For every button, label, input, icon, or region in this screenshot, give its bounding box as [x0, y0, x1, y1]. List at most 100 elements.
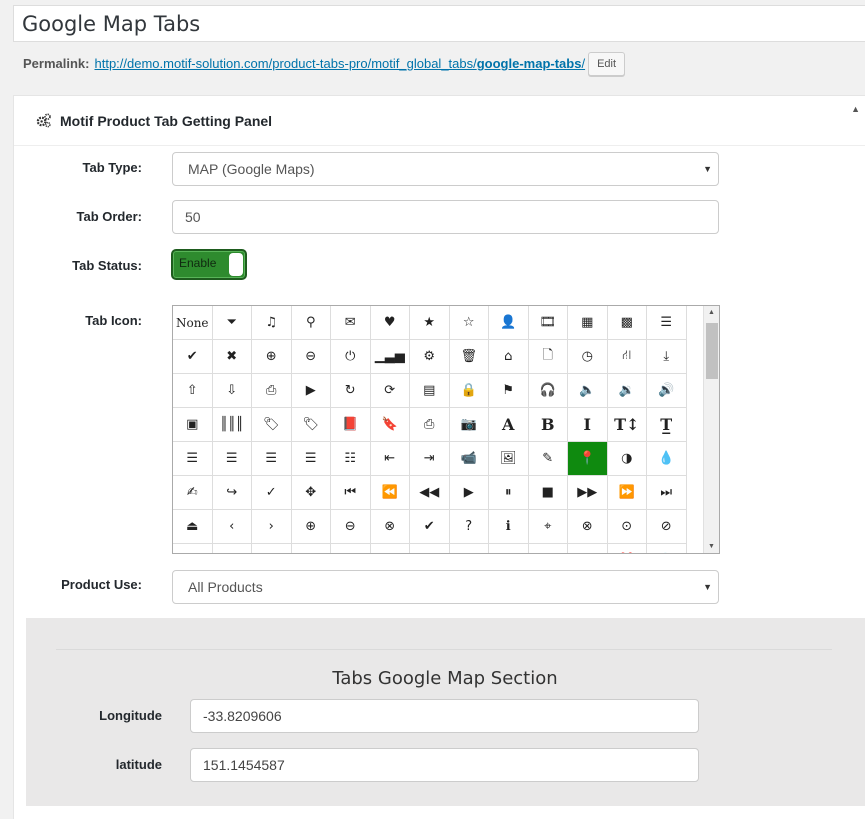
- play-circle-icon[interactable]: ▶: [291, 374, 331, 408]
- check-icon[interactable]: ✓: [252, 476, 292, 510]
- permalink-link[interactable]: http://demo.motif-solution.com/product-t…: [94, 54, 585, 74]
- move-icon[interactable]: ✥: [291, 476, 331, 510]
- picture-icon[interactable]: 🖼: [489, 442, 529, 476]
- volume-down-icon[interactable]: 🔉: [607, 374, 647, 408]
- align-left-icon[interactable]: ☰: [173, 442, 213, 476]
- trash-icon[interactable]: 🗑: [449, 340, 489, 374]
- icon-option-none[interactable]: None: [173, 306, 213, 340]
- permalink-edit-button[interactable]: Edit: [588, 52, 626, 76]
- latitude-input[interactable]: 151.1454587: [190, 748, 699, 782]
- ok-circle-icon[interactable]: ⊙: [607, 510, 647, 544]
- panel-collapse-icon[interactable]: ▲: [851, 104, 860, 114]
- headphones-icon[interactable]: 🎧: [528, 374, 568, 408]
- asterisk-icon[interactable]: *: [529, 544, 568, 553]
- refresh-icon[interactable]: ⟳: [370, 374, 410, 408]
- leaf-icon[interactable]: 🍃: [647, 544, 687, 553]
- screenshot-icon[interactable]: ⌖: [528, 510, 568, 544]
- flag-icon[interactable]: ⚑: [489, 374, 529, 408]
- info-sign-icon[interactable]: ℹ: [489, 510, 529, 544]
- qrcode-icon[interactable]: ▣: [173, 408, 213, 442]
- product-use-select[interactable]: All Products ▼: [172, 570, 719, 604]
- tags-icon[interactable]: 🏷: [291, 408, 331, 442]
- font-icon[interactable]: A: [489, 408, 529, 442]
- tag-icon[interactable]: 🏷: [252, 408, 292, 442]
- pencil-icon[interactable]: ✎: [528, 442, 568, 476]
- text-height-icon[interactable]: T↕: [607, 408, 647, 442]
- arrow-left-icon[interactable]: ←: [173, 544, 213, 553]
- scroll-up-icon[interactable]: ▲: [708, 309, 715, 316]
- chevron-left-icon[interactable]: ‹: [212, 510, 252, 544]
- align-center-icon[interactable]: ☰: [212, 442, 252, 476]
- longitude-input[interactable]: -33.8209606: [190, 699, 699, 733]
- camera-icon[interactable]: 📷: [449, 408, 489, 442]
- arrow-down-icon[interactable]: ↓: [292, 544, 331, 553]
- eject-icon[interactable]: ⏏: [173, 510, 213, 544]
- tab-icon-picker[interactable]: None ⏷ ♫ ⚲ ✉ ♥ ★ ☆ 👤 🎞 ▦ ▩ ☰ ✔ ✖ ⊕ ⊖ ⏻ ▁▃▅ ⚙ 🗑 ⌂ 🗋 ◷ ⛙ ⤓ ⇧ ⇩ ⎙ ▶ ↻ ⟳ ▤ 🔒 ⚑…: [172, 305, 720, 554]
- bookmark-icon[interactable]: 🔖: [370, 408, 410, 442]
- minus-icon[interactable]: −: [489, 544, 529, 553]
- step-forward-icon[interactable]: ⏭: [647, 476, 687, 510]
- upload-icon[interactable]: ⇧: [173, 374, 213, 408]
- download-alt-icon[interactable]: ⤓: [647, 340, 687, 374]
- envelope-icon[interactable]: ✉: [331, 306, 371, 340]
- zoom-in-icon[interactable]: ⊕: [252, 340, 292, 374]
- question-sign-icon[interactable]: ?: [449, 510, 489, 544]
- plus-icon[interactable]: +: [450, 544, 489, 553]
- star-empty-icon[interactable]: ☆: [449, 306, 489, 340]
- print-icon[interactable]: ⎙: [410, 408, 450, 442]
- remove-sign-icon[interactable]: ⊗: [370, 510, 410, 544]
- ban-circle-icon[interactable]: ⊘: [647, 510, 687, 544]
- repeat-icon[interactable]: ↻: [331, 374, 371, 408]
- text-width-icon[interactable]: T̲: [647, 408, 687, 442]
- zoom-out-icon[interactable]: ⊖: [291, 340, 331, 374]
- play-icon[interactable]: ▶: [449, 476, 489, 510]
- scroll-down-icon[interactable]: ▼: [708, 543, 715, 550]
- icon-picker-scrollbar[interactable]: ▲ ▼: [703, 306, 719, 553]
- backward-icon[interactable]: ◀◀: [410, 476, 450, 510]
- tab-status-toggle[interactable]: Enable: [171, 249, 247, 280]
- barcode-icon[interactable]: ║║║: [212, 408, 252, 442]
- film-icon[interactable]: 🎞: [528, 306, 568, 340]
- arrow-right-icon[interactable]: →: [213, 544, 252, 553]
- music-icon[interactable]: ♫: [252, 306, 292, 340]
- tint-icon[interactable]: 💧: [647, 442, 687, 476]
- share-icon[interactable]: ↪: [212, 476, 252, 510]
- map-marker-icon[interactable]: 📍: [568, 442, 608, 476]
- bold-icon[interactable]: B: [528, 408, 568, 442]
- volume-off-icon[interactable]: 🔈: [568, 374, 608, 408]
- stop-icon[interactable]: ■: [528, 476, 568, 510]
- inbox-icon[interactable]: ⎙: [252, 374, 292, 408]
- th-list-icon[interactable]: ☰: [647, 306, 687, 340]
- star-icon[interactable]: ★: [410, 306, 450, 340]
- cog-icon[interactable]: ⚙: [410, 340, 450, 374]
- resize-small-icon[interactable]: ⤡: [410, 544, 450, 553]
- pause-icon[interactable]: ⏸: [489, 476, 529, 510]
- forward-icon[interactable]: ▶▶: [568, 476, 608, 510]
- th-icon[interactable]: ▩: [607, 306, 647, 340]
- post-title-input[interactable]: Google Map Tabs: [13, 5, 865, 42]
- gift-icon[interactable]: 🎁: [608, 544, 647, 553]
- ok-sign-icon[interactable]: ✔: [410, 510, 450, 544]
- list-alt-icon[interactable]: ▤: [410, 374, 450, 408]
- minus-sign-icon[interactable]: ⊖: [331, 510, 371, 544]
- tab-order-input[interactable]: 50: [172, 200, 719, 234]
- list-icon[interactable]: ☷: [331, 442, 371, 476]
- road-icon[interactable]: ⛙: [607, 340, 647, 374]
- panel-header[interactable]: Motif Product Tab Getting Panel: [14, 96, 865, 146]
- arrow-up-icon[interactable]: ↑: [252, 544, 292, 553]
- lock-icon[interactable]: 🔒: [449, 374, 489, 408]
- step-backward-icon[interactable]: ⏮: [331, 476, 371, 510]
- chevron-right-icon[interactable]: ›: [252, 510, 292, 544]
- user-icon[interactable]: 👤: [489, 306, 529, 340]
- align-right-icon[interactable]: ☰: [252, 442, 292, 476]
- indent-right-icon[interactable]: ⇥: [410, 442, 450, 476]
- facetime-video-icon[interactable]: 📹: [449, 442, 489, 476]
- heart-icon[interactable]: ♥: [370, 306, 410, 340]
- italic-icon[interactable]: I: [568, 408, 608, 442]
- remove-icon[interactable]: ✖: [212, 340, 252, 374]
- download-icon[interactable]: ⇩: [212, 374, 252, 408]
- align-justify-icon[interactable]: ☰: [291, 442, 331, 476]
- plus-sign-icon[interactable]: ⊕: [291, 510, 331, 544]
- th-large-icon[interactable]: ▦: [568, 306, 608, 340]
- off-icon[interactable]: ⏻: [331, 340, 371, 374]
